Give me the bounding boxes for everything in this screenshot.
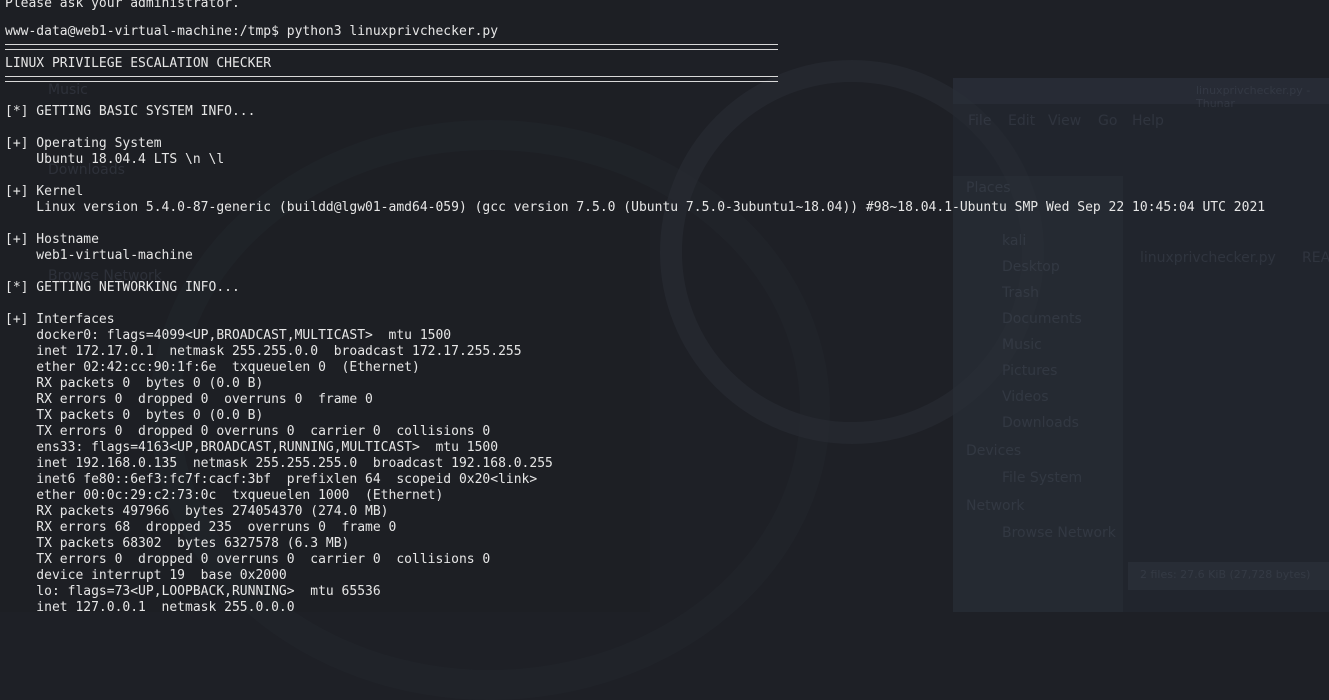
terminal-line: [*] GETTING BASIC SYSTEM INFO... <box>5 104 256 119</box>
terminal-line: TX packets 0 bytes 0 (0.0 B) <box>5 408 264 423</box>
terminal-line: TX errors 0 dropped 0 overruns 0 carrier… <box>5 552 491 567</box>
terminal-line: inet 192.168.0.135 netmask 255.255.255.0… <box>5 456 553 471</box>
terminal-line: docker0: flags=4099<UP,BROADCAST,MULTICA… <box>5 328 452 343</box>
terminal-line: [+] Interfaces <box>5 312 115 327</box>
separator-double-line <box>5 44 778 50</box>
terminal-line: [+] Kernel <box>5 184 84 199</box>
terminal-line: Ubuntu 18.04.4 LTS \n \l <box>5 152 225 167</box>
checker-title: LINUX PRIVILEGE ESCALATION CHECKER <box>5 56 272 71</box>
terminal-line: web1-virtual-machine <box>5 248 193 263</box>
terminal-line: RX errors 0 dropped 0 overruns 0 frame 0 <box>5 392 373 407</box>
terminal-line: Please ask your administrator. <box>5 0 240 11</box>
terminal-line: [+] Hostname <box>5 232 99 247</box>
terminal-line: ether 00:0c:29:c2:73:0c txqueuelen 1000 … <box>5 488 444 503</box>
terminal-line: inet6 fe80::6ef3:fc7f:cacf:3bf prefixlen… <box>5 472 538 487</box>
terminal-line: [+] Operating System <box>5 136 162 151</box>
terminal-line: ens33: flags=4163<UP,BROADCAST,RUNNING,M… <box>5 440 499 455</box>
terminal-line: inet 172.17.0.1 netmask 255.255.0.0 broa… <box>5 344 522 359</box>
terminal-line: [*] GETTING NETWORKING INFO... <box>5 280 240 295</box>
terminal-line: device interrupt 19 base 0x2000 <box>5 568 287 583</box>
terminal-prompt-line: www-data@web1-virtual-machine:/tmp$ pyth… <box>5 24 499 39</box>
terminal-line: ether 02:42:cc:90:1f:6e txqueuelen 0 (Et… <box>5 360 420 375</box>
terminal-line: TX errors 0 dropped 0 overruns 0 carrier… <box>5 424 491 439</box>
terminal-window[interactable]: Please ask your administrator. www-data@… <box>0 0 1329 615</box>
terminal-line: Linux version 5.4.0-87-generic (buildd@l… <box>5 200 1266 215</box>
terminal-line: RX packets 0 bytes 0 (0.0 B) <box>5 376 264 391</box>
terminal-line: RX packets 497966 bytes 274054370 (274.0… <box>5 504 389 519</box>
terminal-line: RX errors 68 dropped 235 overruns 0 fram… <box>5 520 397 535</box>
separator-double-line <box>5 76 778 82</box>
terminal-line: inet 127.0.0.1 netmask 255.0.0.0 <box>5 600 295 615</box>
terminal-line: TX packets 68302 bytes 6327578 (6.3 MB) <box>5 536 350 551</box>
terminal-line: lo: flags=73<UP,LOOPBACK,RUNNING> mtu 65… <box>5 584 381 599</box>
